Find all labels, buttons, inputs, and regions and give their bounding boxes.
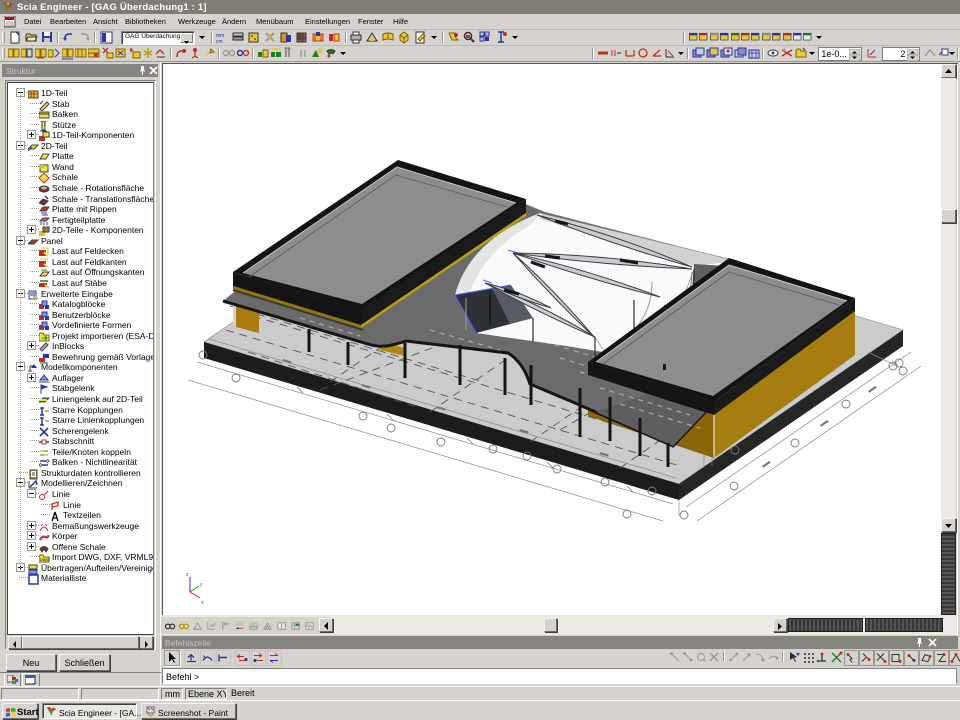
svg-text:ABC: ABC: [235, 622, 245, 627]
svg-text:z: z: [186, 572, 189, 578]
svg-text:x: x: [201, 600, 204, 606]
svg-text:ABS: ABS: [249, 622, 258, 627]
svg-text:cm: cm: [216, 39, 223, 44]
svg-text:y: y: [200, 582, 203, 588]
